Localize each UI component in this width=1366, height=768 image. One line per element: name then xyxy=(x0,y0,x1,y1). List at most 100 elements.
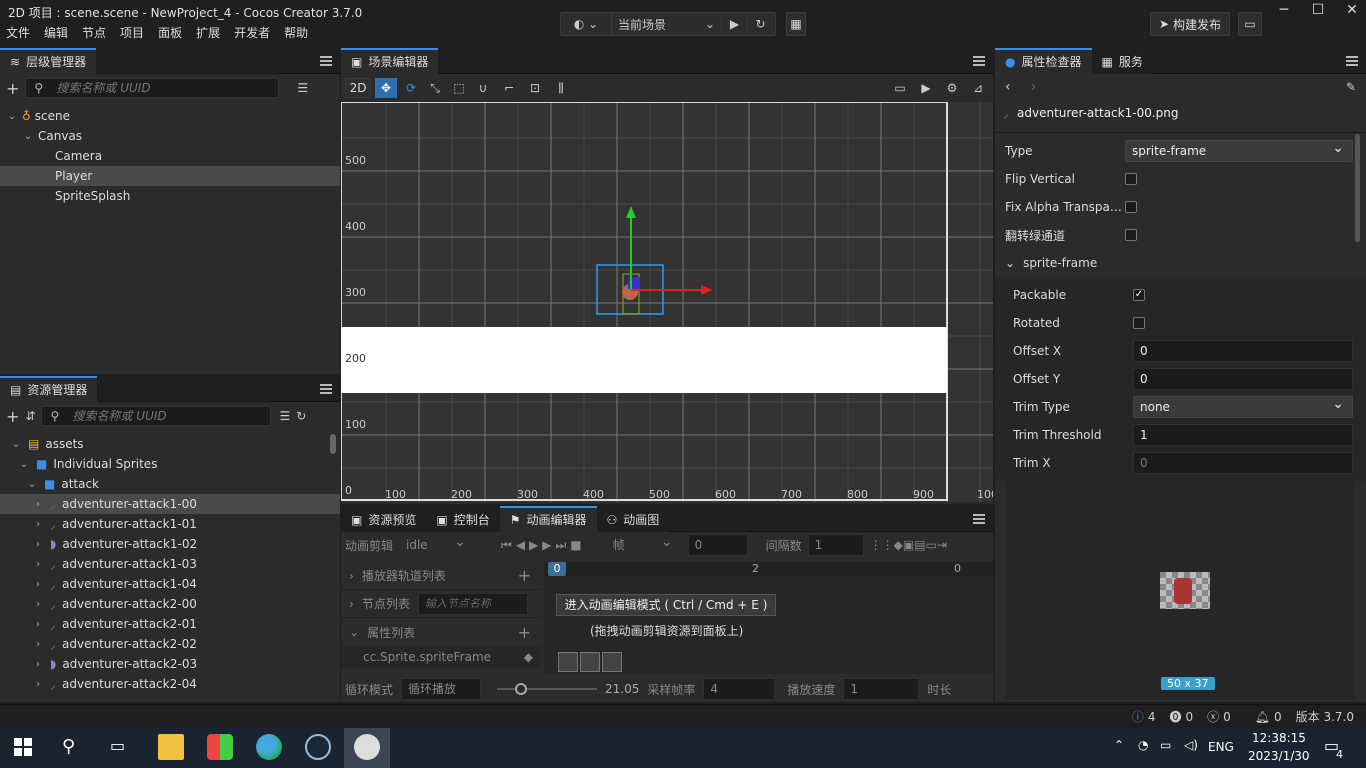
duration-slider[interactable] xyxy=(497,683,598,695)
align-icon[interactable]: ⫼ xyxy=(549,81,573,96)
speed-input[interactable]: 1 xyxy=(843,678,920,700)
battery-icon[interactable]: ▭ xyxy=(1160,738,1171,752)
edge-icon[interactable] xyxy=(256,734,282,760)
refresh-icon[interactable]: ↻ xyxy=(747,17,773,31)
menu-project[interactable]: 项目 xyxy=(120,24,144,41)
asset-item[interactable]: › ⸝ adventurer-attack1-04 xyxy=(0,574,340,594)
close-button[interactable]: ✕ xyxy=(1332,2,1366,22)
refresh-icon[interactable]: ↻ xyxy=(296,409,306,423)
menu-file[interactable]: 文件 xyxy=(6,24,30,41)
menu-node[interactable]: 节点 xyxy=(82,24,106,41)
trim-x-input[interactable]: 0 xyxy=(1133,452,1353,474)
tree-node-canvas[interactable]: ⌄ Canvas xyxy=(0,126,340,146)
type-select[interactable]: sprite-frame xyxy=(1125,138,1353,162)
asset-item[interactable]: › ⸝ adventurer-attack2-02 xyxy=(0,634,340,654)
playhead[interactable]: 0 xyxy=(548,562,566,576)
menu-edit[interactable]: 编辑 xyxy=(44,24,68,41)
file-explorer-icon[interactable] xyxy=(158,734,184,760)
network-icon[interactable]: ◔ xyxy=(1138,738,1148,752)
build-button[interactable]: ➤ 构建发布 xyxy=(1150,12,1230,36)
folder-icon[interactable]: ▭ xyxy=(1238,12,1262,36)
store-icon[interactable] xyxy=(207,734,233,760)
tab-console[interactable]: ▣ 控制台 xyxy=(426,506,500,532)
forward-icon[interactable]: › xyxy=(1031,79,1037,95)
tree-node-scene[interactable]: ⌄ ♁ scene xyxy=(0,106,340,126)
rotated-checkbox[interactable] xyxy=(1133,317,1145,329)
back-icon[interactable]: ‹ xyxy=(1005,79,1011,95)
asset-item[interactable]: › ⸝ adventurer-attack1-01 xyxy=(0,514,340,534)
transform-tool-icon[interactable]: ∪ xyxy=(473,81,493,95)
rotate-tool-icon[interactable]: ⟳ xyxy=(401,81,421,95)
asset-item[interactable]: › ⸝ adventurer-attack1-03 xyxy=(0,554,340,574)
frame-input[interactable]: 0 xyxy=(687,534,748,556)
asset-item[interactable]: › ◗ adventurer-attack1-02 xyxy=(0,534,340,554)
add-icon[interactable]: + xyxy=(6,407,19,426)
menu-icon[interactable] xyxy=(1346,55,1358,66)
playback-controls-icon[interactable]: ⏮◀▶▶⏭■ xyxy=(501,538,586,553)
status-notify[interactable]: 🔔︎ 0 xyxy=(1255,710,1282,724)
cocos-active-app[interactable] xyxy=(344,728,390,768)
tree-node-camera[interactable]: Camera xyxy=(0,146,340,166)
list-icon[interactable]: ☰ xyxy=(297,81,308,95)
interval-input[interactable]: 1 xyxy=(807,534,864,556)
scale-tool-icon[interactable]: ⤡ xyxy=(425,81,445,96)
menu-extension[interactable]: 扩展 xyxy=(196,24,220,41)
volume-icon[interactable]: ◁) xyxy=(1184,738,1198,752)
offset-y-input[interactable]: 0 xyxy=(1133,368,1353,390)
frame-thumb[interactable] xyxy=(558,652,578,672)
add-icon[interactable]: + xyxy=(6,79,19,98)
track-list-header[interactable]: › 播放器轨道列表 + xyxy=(341,562,541,590)
windows-start-icon[interactable] xyxy=(14,738,32,756)
asset-item[interactable]: › ⸝ adventurer-attack2-00 xyxy=(0,594,340,614)
scrollbar[interactable] xyxy=(1355,134,1360,242)
loop-mode-select[interactable]: 循环播放 xyxy=(401,678,482,700)
flip-vertical-checkbox[interactable] xyxy=(1125,173,1137,185)
hierarchy-search-input[interactable]: ⚲ 搜索名称或 UUID xyxy=(25,78,280,98)
tab-scene-editor[interactable]: ▣ 场景编辑器 xyxy=(341,47,439,74)
menu-icon[interactable] xyxy=(973,513,985,524)
flip-green-checkbox[interactable] xyxy=(1125,229,1137,241)
frame-thumb[interactable] xyxy=(602,652,622,672)
packable-checkbox[interactable]: ✓ xyxy=(1133,289,1145,301)
trim-threshold-input[interactable]: 1 xyxy=(1133,424,1353,446)
menu-panel[interactable]: 面板 xyxy=(158,24,182,41)
menu-icon[interactable] xyxy=(320,383,332,394)
enter-edit-mode-button[interactable]: 进入动画编辑模式 ( Ctrl / Cmd + E ) xyxy=(556,594,776,616)
property-item[interactable]: cc.Sprite.spriteFrame ◆ xyxy=(341,646,541,668)
clock-date[interactable]: 2023/1/30 xyxy=(1248,749,1310,763)
asset-item[interactable]: › ◗ adventurer-attack2-03 xyxy=(0,654,340,674)
scene-viewport[interactable]: 500 400 300 200 100 0 100 200 300 400 50… xyxy=(341,102,993,502)
tab-asset-preview[interactable]: ▣ 资源预览 xyxy=(341,506,427,532)
tree-node-player[interactable]: Player xyxy=(0,166,340,186)
tree-node-spritesplash[interactable]: SpriteSplash xyxy=(0,186,340,206)
clip-select[interactable]: idle xyxy=(399,532,476,556)
tab-animation-graph[interactable]: ⚇ 动画图 xyxy=(596,506,670,532)
frame-unit-select[interactable]: 帧 xyxy=(605,532,682,556)
node-list-header[interactable]: › 节点列表 输入节点名称 xyxy=(341,590,541,618)
tab-service[interactable]: ▦ 服务 xyxy=(1091,48,1153,74)
timeline[interactable]: 0 2 0 进入动画编辑模式 ( Ctrl / Cmd + E ) (拖拽动画剪… xyxy=(544,562,993,674)
scrollbar[interactable] xyxy=(330,434,336,454)
asset-folder-attack[interactable]: ⌄ ■ attack xyxy=(0,474,340,494)
frame-thumb[interactable] xyxy=(580,652,600,672)
node-search-input[interactable]: 输入节点名称 xyxy=(417,592,528,615)
resolution-icon[interactable]: ▭ xyxy=(889,81,911,95)
chevron-up-icon[interactable]: ⌃ xyxy=(1114,738,1124,752)
tab-inspector[interactable]: ● 属性检查器 xyxy=(995,48,1092,74)
add-icon[interactable]: + xyxy=(518,623,531,642)
add-icon[interactable]: + xyxy=(518,566,531,585)
menu-icon[interactable] xyxy=(320,55,332,66)
steam-icon[interactable] xyxy=(305,734,331,760)
asset-item[interactable]: › ⸝ adventurer-attack2-04 xyxy=(0,674,340,694)
language-indicator[interactable]: ENG xyxy=(1208,740,1234,754)
pivot-icon[interactable]: ⌐ xyxy=(497,81,521,95)
pin-icon[interactable]: ✎ xyxy=(1346,80,1356,94)
asset-item[interactable]: › ⸝ adventurer-attack1-00 xyxy=(0,494,340,514)
status-info[interactable]: ⓘ 4 xyxy=(1132,708,1156,725)
asset-item[interactable]: › ⸝ adventurer-attack2-01 xyxy=(0,614,340,634)
tab-animation-editor[interactable]: ⚑ 动画编辑器 xyxy=(499,506,597,532)
sort-icon[interactable]: ⇵ xyxy=(25,409,35,423)
asset-folder-assets[interactable]: ⌄ ▤ assets xyxy=(0,434,340,454)
keyframe-tools-icon[interactable]: ⋮⋮◆▣▤▭⇥ xyxy=(870,538,947,552)
platform-icon[interactable]: ◐ ⌄ xyxy=(561,17,611,31)
